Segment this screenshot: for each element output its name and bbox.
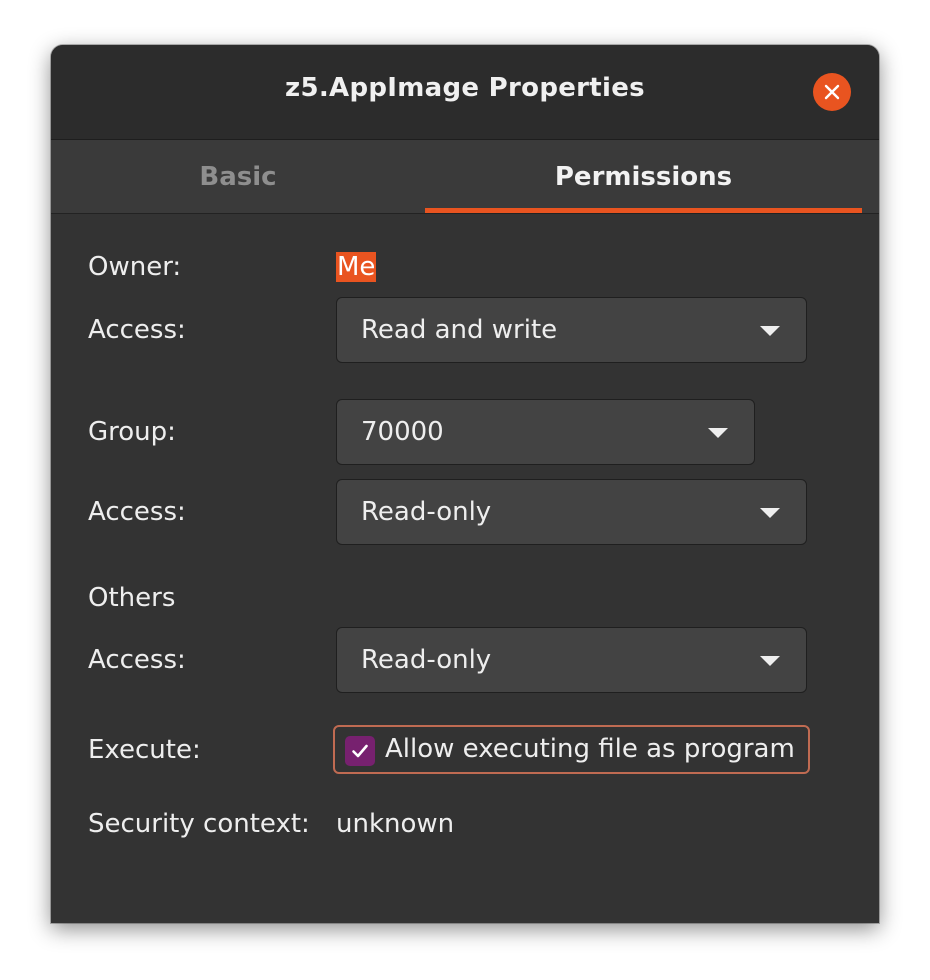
group-access-label: Access:	[88, 497, 186, 527]
active-tab-indicator	[425, 208, 862, 213]
others-access-dropdown[interactable]: Read-only	[336, 627, 807, 693]
owner-access-dropdown[interactable]: Read and write	[336, 297, 807, 363]
window-title: z5.AppImage Properties	[285, 73, 645, 103]
execute-checkbox-row[interactable]: Allow executing file as program	[333, 725, 810, 774]
owner-value-wrap: Me	[336, 250, 377, 284]
others-access-value: Read-only	[361, 645, 492, 675]
title-bar[interactable]: z5.AppImage Properties	[51, 45, 879, 140]
close-button[interactable]	[813, 73, 851, 111]
tab-permissions-label: Permissions	[554, 161, 733, 192]
execute-checkbox[interactable]	[345, 736, 375, 766]
group-dropdown[interactable]: 70000	[336, 399, 755, 465]
group-label: Group:	[88, 417, 176, 447]
execute-label: Execute:	[88, 735, 201, 765]
group-value: 70000	[361, 417, 444, 447]
owner-label: Owner:	[88, 252, 182, 282]
checkmark-icon	[352, 744, 368, 758]
others-label: Others	[88, 583, 176, 613]
chevron-down-icon	[760, 656, 780, 666]
tab-basic[interactable]: Basic	[51, 140, 425, 213]
security-context-value: unknown	[336, 809, 455, 839]
close-icon	[824, 84, 840, 100]
tab-bar: Basic Permissions	[51, 140, 879, 214]
chevron-down-icon	[708, 428, 728, 438]
chevron-down-icon	[760, 326, 780, 336]
chevron-down-icon	[760, 508, 780, 518]
owner-access-label: Access:	[88, 315, 186, 345]
tab-permissions[interactable]: Permissions	[425, 140, 862, 213]
group-access-value: Read-only	[361, 497, 492, 527]
group-access-dropdown[interactable]: Read-only	[336, 479, 807, 545]
properties-dialog: z5.AppImage Properties Basic Permissions…	[51, 45, 879, 923]
owner-value: Me	[336, 252, 377, 282]
security-context-label: Security context:	[88, 809, 310, 839]
others-access-label: Access:	[88, 645, 186, 675]
execute-checkbox-label: Allow executing file as program	[385, 734, 795, 764]
owner-access-value: Read and write	[361, 315, 558, 345]
tab-basic-label: Basic	[199, 161, 277, 192]
